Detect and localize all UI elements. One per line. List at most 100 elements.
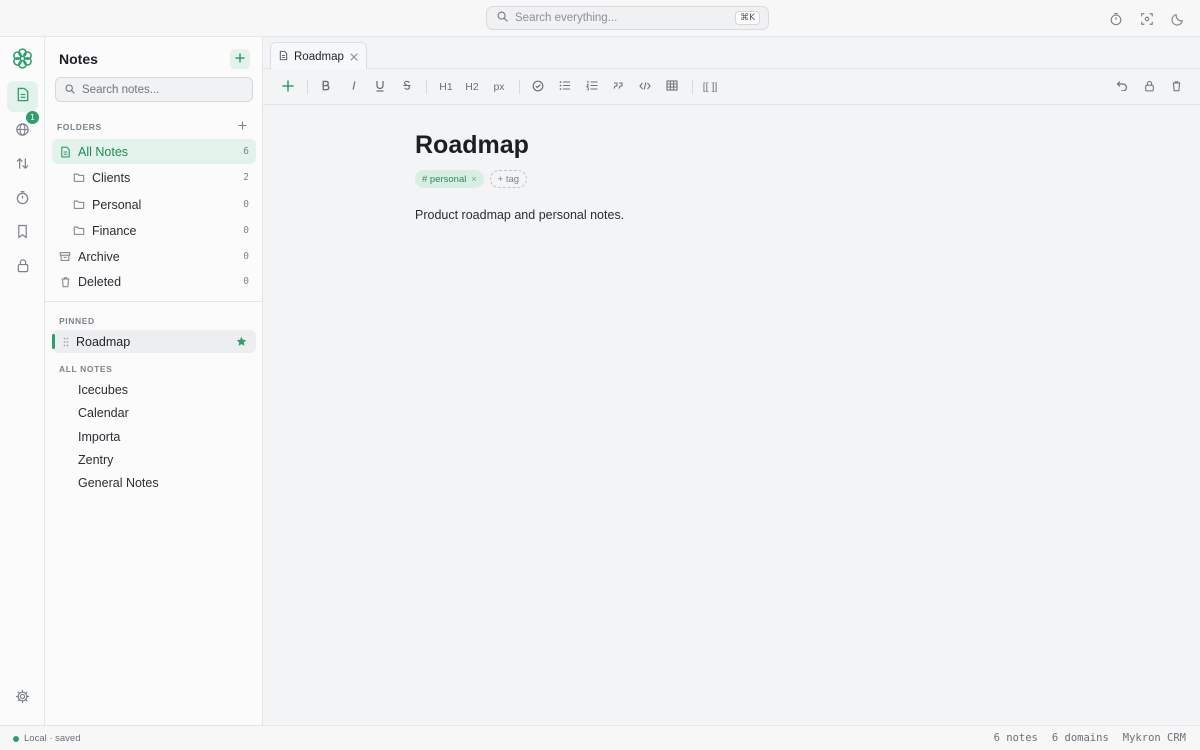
table-button[interactable] (663, 77, 681, 97)
editor-toolbar: H1 H2 px [[ ]] (263, 69, 1200, 105)
tag-chip[interactable]: # personal × (415, 170, 484, 188)
folder-finance[interactable]: Finance 0 (52, 218, 256, 243)
code-button[interactable] (636, 77, 654, 97)
checklist-button[interactable] (529, 77, 547, 97)
folder-label: Clients (92, 170, 131, 185)
global-search-box[interactable]: Search everything... ⌘K (486, 6, 769, 30)
table-icon (666, 80, 678, 94)
drag-handle-icon[interactable] (62, 337, 70, 347)
rail-vault-button[interactable] (7, 252, 38, 283)
notes-count: 6 notes (993, 732, 1038, 744)
star-icon[interactable] (235, 336, 247, 348)
document-body[interactable]: Product roadmap and personal notes. (415, 208, 624, 222)
notes-search-input[interactable] (82, 83, 242, 96)
rail-bookmarks-button[interactable] (7, 218, 38, 249)
sort-icon (15, 156, 30, 176)
new-note-button[interactable] (230, 49, 250, 69)
paragraph-button[interactable]: px (490, 77, 508, 97)
italic-icon (350, 80, 358, 94)
nav-rail: 1 (0, 37, 45, 725)
folder-count: 2 (243, 172, 249, 183)
lock-note-button[interactable] (1140, 77, 1158, 97)
document-title[interactable]: Roadmap (415, 131, 529, 160)
folder-all-notes[interactable]: All Notes 6 (52, 139, 256, 164)
toolbar-separator (426, 80, 427, 94)
folder-count: 0 (243, 225, 249, 236)
notes-sidebar: Notes FOLDERS All Notes 6 Clients 2 (45, 37, 263, 725)
globe-icon (15, 122, 30, 142)
add-tag-button[interactable]: + tag (489, 170, 528, 188)
search-icon (65, 81, 75, 99)
toolbar-separator (307, 80, 308, 94)
sync-status-text: Local · saved (24, 733, 81, 744)
search-shortcut-badge: ⌘K (735, 11, 760, 25)
plus-icon (237, 117, 247, 135)
domains-count: 6 domains (1051, 732, 1109, 744)
folder-clients[interactable]: Clients 2 (52, 165, 256, 190)
tab-roadmap[interactable]: Roadmap (270, 42, 367, 70)
toolbar-separator (519, 80, 520, 94)
lock-icon (1144, 80, 1155, 95)
folder-label: Archive (78, 249, 120, 264)
all-notes-section-label: ALL NOTES (59, 364, 113, 374)
add-folder-button[interactable] (236, 120, 248, 132)
timer-icon[interactable] (1107, 10, 1124, 27)
sync-status: Local · saved (13, 733, 81, 744)
note-item[interactable]: Zentry (78, 453, 113, 467)
heading1-button[interactable]: H1 (437, 77, 455, 97)
note-item[interactable]: Calendar (78, 406, 129, 420)
strikethrough-icon (402, 80, 412, 94)
pinned-note-roadmap[interactable]: Roadmap (52, 330, 256, 353)
folder-personal[interactable]: Personal 0 (52, 192, 256, 217)
status-dot (13, 735, 19, 742)
rail-domains-button[interactable]: 1 (7, 111, 39, 147)
tag-list: # personal × + tag (415, 170, 528, 188)
wikilink-button[interactable]: [[ ]] (701, 77, 719, 97)
plus-icon (282, 79, 294, 95)
folders-section-label: FOLDERS (57, 122, 102, 132)
global-search-placeholder[interactable]: Search everything... (515, 12, 735, 24)
italic-button[interactable] (345, 77, 363, 97)
folder-count: 0 (243, 251, 249, 262)
numbered-list-icon (585, 80, 598, 94)
focus-icon[interactable] (1138, 10, 1155, 27)
delete-note-button[interactable] (1167, 77, 1185, 97)
quote-button[interactable] (609, 77, 627, 97)
folder-archive[interactable]: Archive 0 (52, 244, 256, 269)
rail-sync-button[interactable] (7, 150, 38, 181)
sidebar-divider (45, 301, 263, 302)
numbered-list-button[interactable] (583, 77, 601, 97)
heading2-button[interactable]: H2 (463, 77, 481, 97)
note-item[interactable]: Icecubes (78, 383, 128, 397)
document-icon (279, 48, 288, 66)
notes-icon (58, 145, 72, 159)
rail-settings-button[interactable] (7, 683, 38, 714)
undo-button[interactable] (1113, 77, 1131, 97)
folder-count: 0 (243, 199, 249, 210)
bullet-list-button[interactable] (556, 77, 574, 97)
folder-deleted[interactable]: Deleted 0 (52, 269, 256, 294)
tab-label: Roadmap (294, 50, 344, 63)
status-bar: Local · saved 6 notes 6 domains Mykron C… (0, 725, 1200, 750)
bold-button[interactable] (317, 77, 335, 97)
insert-button[interactable] (279, 77, 297, 97)
rail-notes-button[interactable] (7, 81, 38, 112)
plus-icon (235, 50, 245, 68)
notes-search-box[interactable] (55, 77, 253, 102)
folder-count: 0 (243, 276, 249, 287)
gear-icon (15, 689, 30, 709)
toolbar-separator (692, 80, 693, 94)
moon-icon[interactable] (1169, 10, 1186, 27)
underline-button[interactable] (371, 77, 389, 97)
timer-icon (15, 190, 30, 210)
remove-tag-icon[interactable]: × (471, 174, 476, 184)
app-logo-icon (11, 47, 34, 75)
close-icon[interactable] (350, 48, 358, 66)
note-item[interactable]: General Notes (78, 476, 159, 490)
sidebar-title: Notes (59, 51, 98, 67)
note-item[interactable]: Importa (78, 430, 120, 444)
active-indicator (52, 334, 55, 349)
rail-timer-button[interactable] (7, 184, 38, 215)
tag-label: # personal (422, 173, 467, 185)
strikethrough-button[interactable] (398, 77, 416, 97)
